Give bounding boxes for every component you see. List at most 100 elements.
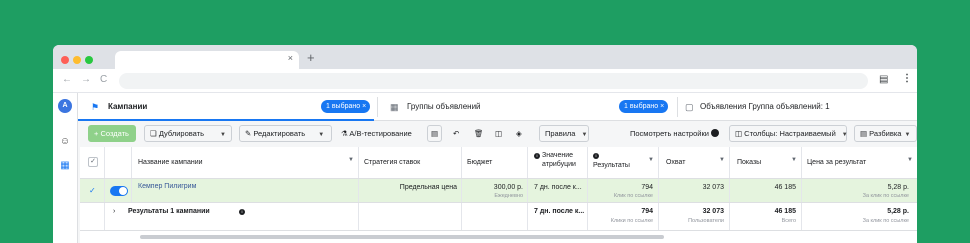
clipboard-icon[interactable]: ▤ [879, 74, 888, 85]
header-name-label: Название кампании [138, 159, 203, 166]
preview-icon[interactable]: ◫ [495, 125, 502, 142]
toggle-cell [105, 179, 132, 202]
edit-button[interactable]: ✎ Редактировать ▼ [239, 125, 332, 142]
avatar[interactable]: A [58, 99, 72, 113]
totals-row: › Результаты 1 кампании i 7 дн. после к.… [80, 203, 917, 231]
trash-icon[interactable]: 🗑 [474, 125, 484, 142]
browser-tab[interactable]: × [115, 51, 299, 69]
rules-button[interactable]: Правила ▼ [539, 125, 589, 142]
close-window-button[interactable] [61, 56, 69, 64]
duplicate-icon: ❏ [150, 129, 159, 138]
header-budget-label: Бюджет [467, 159, 493, 166]
header-name[interactable]: Название кампании ▼ [132, 147, 359, 178]
campaign-name-cell: Кемпер Пилигрим [132, 179, 359, 202]
tab-ads-label: Объявления Группа объявлений: 1 [700, 102, 830, 111]
totals-label-cell[interactable]: › Результаты 1 кампании i [105, 203, 359, 230]
campaigns-selected-badge[interactable]: 1 выбрано × [321, 100, 371, 113]
header-reach-label: Охват [666, 159, 686, 166]
header-results[interactable]: i Результаты ▼ [588, 147, 659, 178]
browser-toolbar: ← → C ▤ ⋮ [53, 69, 917, 93]
chevron-down-icon: ▼ [791, 157, 797, 163]
horizontal-scrollbar[interactable] [140, 235, 664, 239]
attribution-cell: 7 дн. после к... [528, 179, 588, 202]
totals-impressions-cell: 46 185 Всего [730, 203, 802, 230]
totals-impressions-sub: Всего [781, 218, 796, 224]
chevron-down-icon: ▼ [348, 157, 354, 163]
totals-attribution-value: 7 дн. после к... [534, 208, 585, 215]
header-reach[interactable]: Охват ▼ [659, 147, 730, 178]
table-grid-icon[interactable]: ▦ [57, 159, 73, 173]
adset-grid-icon: ▦ [390, 102, 399, 112]
columns-label: Столбцы: Настраиваемый [744, 129, 836, 138]
undo-icon[interactable]: ↶ [453, 125, 459, 142]
budget-cell[interactable]: 300,00 р. Ежедневно [462, 179, 528, 202]
header-results-label: Результаты [593, 162, 630, 169]
tab-campaigns[interactable]: ⚑ Кампании 1 выбрано × [78, 93, 374, 121]
totals-reach-cell: 32 073 Пользователи [659, 203, 730, 230]
info-icon[interactable]: i [534, 153, 540, 159]
clipboard-action-button[interactable]: ▤ [427, 125, 442, 142]
reach-cell: 32 073 [659, 179, 730, 202]
main-area: ⚑ Кампании 1 выбрано × ▦ Группы объявлен… [78, 93, 917, 243]
select-all-checkbox[interactable]: ✓ [88, 157, 98, 167]
totals-cost-sub: За клик по ссылке [862, 218, 909, 224]
campaigns-table: ✓ Название кампании ▼ Стратегия ставок Б… [80, 147, 917, 243]
budget-value: 300,00 р. [493, 184, 523, 191]
close-tab-icon[interactable]: × [288, 53, 293, 63]
header-attribution-label: Значение атрибуции [542, 152, 576, 168]
cost-per-result-value: 5,28 р. [887, 184, 909, 191]
duplicate-button[interactable]: ❏ Дублировать ▼ [144, 125, 232, 142]
attribution-value: 7 дн. после к... [534, 184, 582, 191]
reach-value: 32 073 [702, 184, 724, 191]
chevron-down-icon: ▼ [220, 132, 226, 138]
info-icon[interactable]: i [593, 153, 599, 159]
new-tab-button[interactable]: + [307, 51, 315, 65]
chevron-down-icon: ▼ [719, 157, 725, 163]
columns-button[interactable]: ◫ Столбцы: Настраиваемый ▼ [729, 125, 848, 142]
campaign-name-link[interactable]: Кемпер Пилигрим [138, 182, 196, 191]
minimize-window-button[interactable] [73, 56, 81, 64]
header-cost-per-result[interactable]: Цена за результат ▼ [802, 147, 917, 178]
address-bar[interactable] [119, 73, 868, 89]
table-row[interactable]: ✓ Кемпер Пилигрим Предельная цена 300,00… [80, 179, 917, 203]
chevron-right-icon[interactable]: › [113, 207, 115, 216]
campaign-toggle[interactable] [110, 186, 128, 196]
maximize-window-button[interactable] [85, 56, 93, 64]
forward-icon[interactable]: → [81, 74, 91, 85]
browser-window: × + ← → C ▤ ⋮ A ☺ ▦ ⚑ Кампании 1 выбрано… [53, 45, 917, 243]
totals-reach-value: 32 073 [702, 208, 724, 215]
ads-manager: A ☺ ▦ ⚑ Кампании 1 выбрано × ▦ Группы об… [53, 93, 917, 243]
tag-icon[interactable]: ◈ [516, 125, 522, 142]
smiley-icon[interactable]: ☺ [57, 135, 73, 149]
tab-ads[interactable]: ▢ Объявления Группа объявлений: 1 [678, 93, 917, 121]
create-button[interactable]: + Создать [88, 125, 136, 142]
totals-results-value: 794 [641, 208, 653, 215]
more-menu-icon[interactable]: ⋮ [902, 73, 912, 84]
window-controls [61, 56, 93, 64]
table-header-row: ✓ Название кампании ▼ Стратегия ставок Б… [80, 147, 917, 179]
ab-test-button[interactable]: ⚗ A/B-тестирование [341, 125, 412, 142]
select-all-cell: ✓ [80, 147, 105, 178]
duplicate-label: Дублировать [158, 129, 205, 138]
rules-label: Правила [545, 129, 576, 138]
totals-results-sub: Клики по ссылке [610, 218, 653, 224]
budget-sub: Ежедневно [494, 193, 523, 199]
header-bid-strategy[interactable]: Стратегия ставок [359, 147, 462, 178]
totals-budget-cell [462, 203, 528, 230]
left-nav: A ☺ ▦ [53, 93, 78, 243]
back-icon[interactable]: ← [62, 74, 72, 85]
results-value: 794 [641, 184, 653, 191]
view-settings-button[interactable]: Посмотреть настройки [630, 125, 720, 142]
header-attribution[interactable]: i Значение атрибуции [528, 147, 588, 178]
adsets-selected-badge[interactable]: 1 выбрано × [619, 100, 669, 113]
header-budget[interactable]: Бюджет [462, 147, 528, 178]
chevron-down-icon: ▼ [318, 132, 325, 138]
totals-label: Результаты 1 кампании [128, 208, 210, 215]
breakdown-button[interactable]: ▤ Разбивка ▼ [854, 125, 917, 142]
info-icon[interactable]: i [239, 209, 245, 215]
header-impressions[interactable]: Показы ▼ [730, 147, 802, 178]
row-checked-icon[interactable]: ✓ [89, 186, 96, 195]
reload-icon[interactable]: C [100, 74, 107, 85]
tab-adsets[interactable]: ▦ Группы объявлений 1 выбрано × [378, 93, 676, 121]
totals-bid-cell [359, 203, 462, 230]
